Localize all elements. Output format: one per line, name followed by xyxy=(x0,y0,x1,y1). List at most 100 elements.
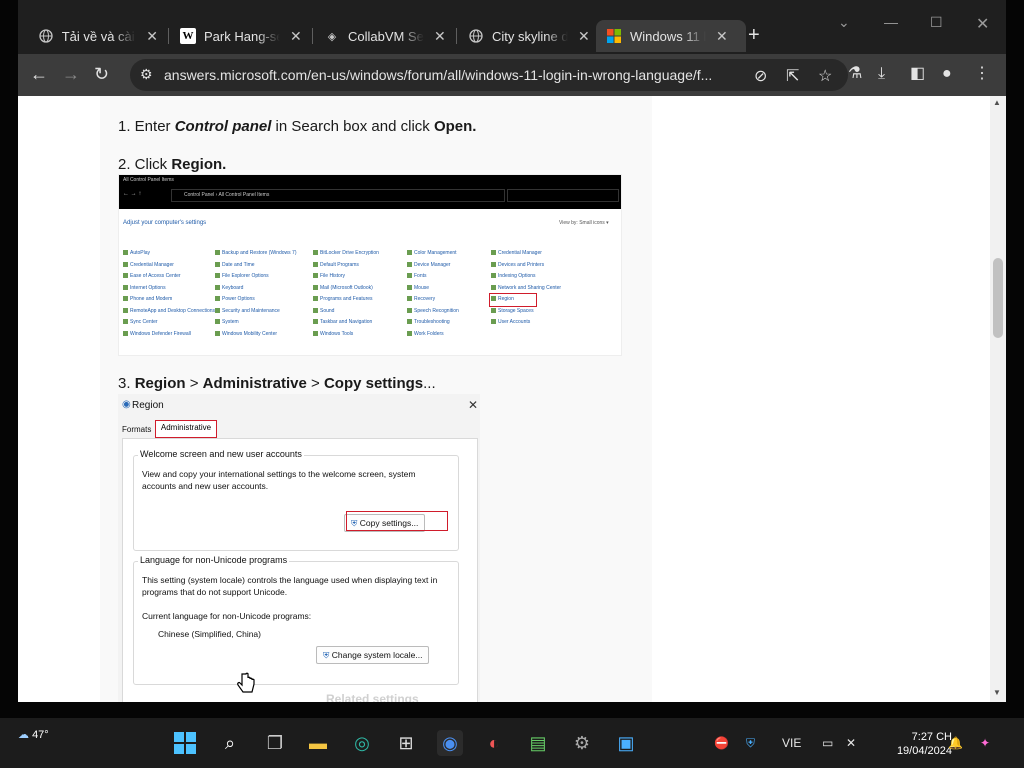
scroll-down-icon[interactable]: ▼ xyxy=(993,688,1001,697)
scroll-up-icon[interactable]: ▲ xyxy=(993,98,1001,107)
minimize-icon[interactable]: — xyxy=(884,14,898,30)
address-url[interactable]: answers.microsoft.com/en-us/windows/foru… xyxy=(164,67,712,83)
control-panel-item: Mail (Microsoft Outlook) xyxy=(313,285,373,291)
step-2-region: Region. xyxy=(171,156,227,173)
file-explorer-icon[interactable]: ▬ xyxy=(305,730,331,756)
bookmark-star-icon[interactable]: ☆ xyxy=(818,66,832,86)
step-1-middle: in Search box and click xyxy=(271,118,434,135)
non-unicode-group: Language for non-Unicode programs This s… xyxy=(133,555,459,685)
control-panel-item: Security and Maintenance xyxy=(215,308,280,314)
control-panel-item: Default Programs xyxy=(313,262,359,268)
close-icon[interactable]: ✕ xyxy=(434,28,446,45)
control-panel-view-by: View by: Small icons ▾ xyxy=(559,220,609,226)
chrome-icon[interactable]: ◉ xyxy=(437,730,463,756)
tab-strip: Tải về và cài đặt ✕ W Park Hang-seo ✕ ◈ … xyxy=(18,0,1006,56)
close-icon[interactable]: ✕ xyxy=(716,28,728,45)
tab-3[interactable]: ◈ CollabVM Search ✕ xyxy=(324,20,446,52)
control-panel-item: Recovery xyxy=(407,296,435,302)
close-icon[interactable]: ✕ xyxy=(290,28,302,45)
eye-off-icon[interactable]: ⊘ xyxy=(754,66,767,86)
control-panel-item: Indexing Options xyxy=(491,273,536,279)
close-icon[interactable]: ✕ xyxy=(146,28,158,45)
control-panel-item: File Explorer Options xyxy=(215,273,269,279)
chart-app-icon[interactable]: ▤ xyxy=(525,730,551,756)
task-view-icon[interactable]: ❐ xyxy=(262,730,288,756)
control-panel-item: Power Options xyxy=(215,296,255,302)
step-1-control-panel: Control panel xyxy=(174,118,272,135)
menu-icon[interactable]: ⋮ xyxy=(974,64,990,84)
side-panel-icon[interactable]: ◧ xyxy=(910,64,925,84)
address-bar[interactable]: ⚙ answers.microsoft.com/en-us/windows/fo… xyxy=(130,59,848,91)
settings-icon[interactable]: ⚙ xyxy=(569,730,595,756)
tab-4[interactable]: City skyline during ✕ xyxy=(468,20,590,52)
control-panel-titlebar: All Control Panel Items ← → ↑ Control Pa… xyxy=(119,175,621,209)
control-panel-item: Windows Defender Firewall xyxy=(123,331,191,337)
download-icon[interactable]: ⤓ xyxy=(878,64,885,84)
control-panel-item: Devices and Printers xyxy=(491,262,544,268)
tab-search-icon[interactable]: ⌄ xyxy=(838,14,850,31)
close-window-icon[interactable]: ✕ xyxy=(976,14,989,34)
notification-bell-icon[interactable]: 🔔 xyxy=(948,736,963,750)
reload-icon[interactable]: ↻ xyxy=(94,64,109,84)
defender-icon[interactable]: ⛨ xyxy=(746,736,755,751)
control-panel-item: Mouse xyxy=(407,285,429,291)
control-panel-item: AutoPlay xyxy=(123,250,150,256)
browser-toolbar: ← → ↻ ⚙ answers.microsoft.com/en-us/wind… xyxy=(18,54,1006,96)
control-panel-item: Taskbar and Navigation xyxy=(313,319,372,325)
tab-1[interactable]: Tải về và cài đặt ✕ xyxy=(38,20,158,52)
remote-desktop-icon[interactable]: ▣ xyxy=(613,730,639,756)
step-3-copy-settings: Copy settings xyxy=(323,375,424,392)
control-panel-nav-icons: ← → ↑ xyxy=(123,191,142,197)
clock-date: 19/04/2024 xyxy=(896,745,952,757)
control-panel-item: Backup and Restore (Windows 7) xyxy=(215,250,296,256)
page-scrollbar[interactable]: ▲ ▼ xyxy=(990,96,1006,702)
region-dialog-body: Welcome screen and new user accounts Vie… xyxy=(122,438,478,702)
step-3-prefix: 3. xyxy=(118,375,135,392)
weather-temp: 47° xyxy=(32,729,49,741)
edge-icon[interactable]: ◎ xyxy=(349,730,375,756)
close-icon[interactable]: ✕ xyxy=(578,28,590,45)
control-panel-item: User Accounts xyxy=(491,319,530,325)
step-3-region: Region xyxy=(134,375,186,392)
control-panel-item: Fonts xyxy=(407,273,427,279)
region-dialog-title: Region xyxy=(132,400,164,411)
scrollbar-thumb[interactable] xyxy=(993,258,1003,338)
language-indicator[interactable]: VIE xyxy=(782,736,801,750)
step-3-suffix: ... xyxy=(423,375,436,392)
step-2-prefix: 2. Click xyxy=(118,156,172,173)
game-icon[interactable]: ◐ xyxy=(481,730,507,756)
maximize-icon[interactable]: ☐ xyxy=(930,14,943,31)
site-info-icon[interactable]: ⚙ xyxy=(140,66,153,83)
share-icon[interactable]: ⇱ xyxy=(786,66,799,86)
wikipedia-icon: W xyxy=(180,28,196,44)
tab-separator xyxy=(168,28,169,44)
new-tab-button[interactable]: + xyxy=(748,24,760,47)
labs-icon[interactable]: ⚗ xyxy=(848,64,862,84)
network-off-icon[interactable]: ⛔ xyxy=(714,736,729,750)
tab-5-active[interactable]: Windows 11 login ✕ xyxy=(596,20,746,52)
step-3-administrative: Administrative xyxy=(202,375,307,392)
microsoft-icon xyxy=(606,28,622,44)
tab-2[interactable]: W Park Hang-seo ✕ xyxy=(180,20,302,52)
control-panel-item: Storage Spaces xyxy=(491,308,534,314)
forward-icon[interactable]: → xyxy=(62,64,80,84)
profile-icon[interactable]: ● xyxy=(942,64,952,84)
change-system-locale-label: Change system locale... xyxy=(331,650,423,660)
control-panel-item: Keyboard xyxy=(215,285,243,291)
region-globe-icon: ◉ xyxy=(122,399,131,410)
clock[interactable]: 7:27 CH 19/04/2024 xyxy=(872,730,952,758)
control-panel-heading: Adjust your computer's settings xyxy=(123,220,207,226)
store-icon[interactable]: ⊞ xyxy=(393,730,419,756)
control-panel-item: System xyxy=(215,319,239,325)
step-3: 3. Region > Administrative > Copy settin… xyxy=(118,375,436,392)
copilot-icon[interactable]: ✦ xyxy=(980,736,990,750)
display-icon[interactable]: ▭ xyxy=(822,736,833,750)
browser-window: Tải về và cài đặt ✕ W Park Hang-seo ✕ ◈ … xyxy=(18,0,1006,702)
control-panel-item: Credential Manager xyxy=(491,250,542,256)
globe-icon xyxy=(468,28,484,44)
search-icon[interactable]: ⌕ xyxy=(217,730,243,756)
start-icon[interactable] xyxy=(172,730,198,756)
volume-muted-icon[interactable]: ✕ xyxy=(846,736,856,750)
back-icon[interactable]: ← xyxy=(30,64,48,84)
weather-widget[interactable]: ☁ 47° xyxy=(18,728,49,741)
